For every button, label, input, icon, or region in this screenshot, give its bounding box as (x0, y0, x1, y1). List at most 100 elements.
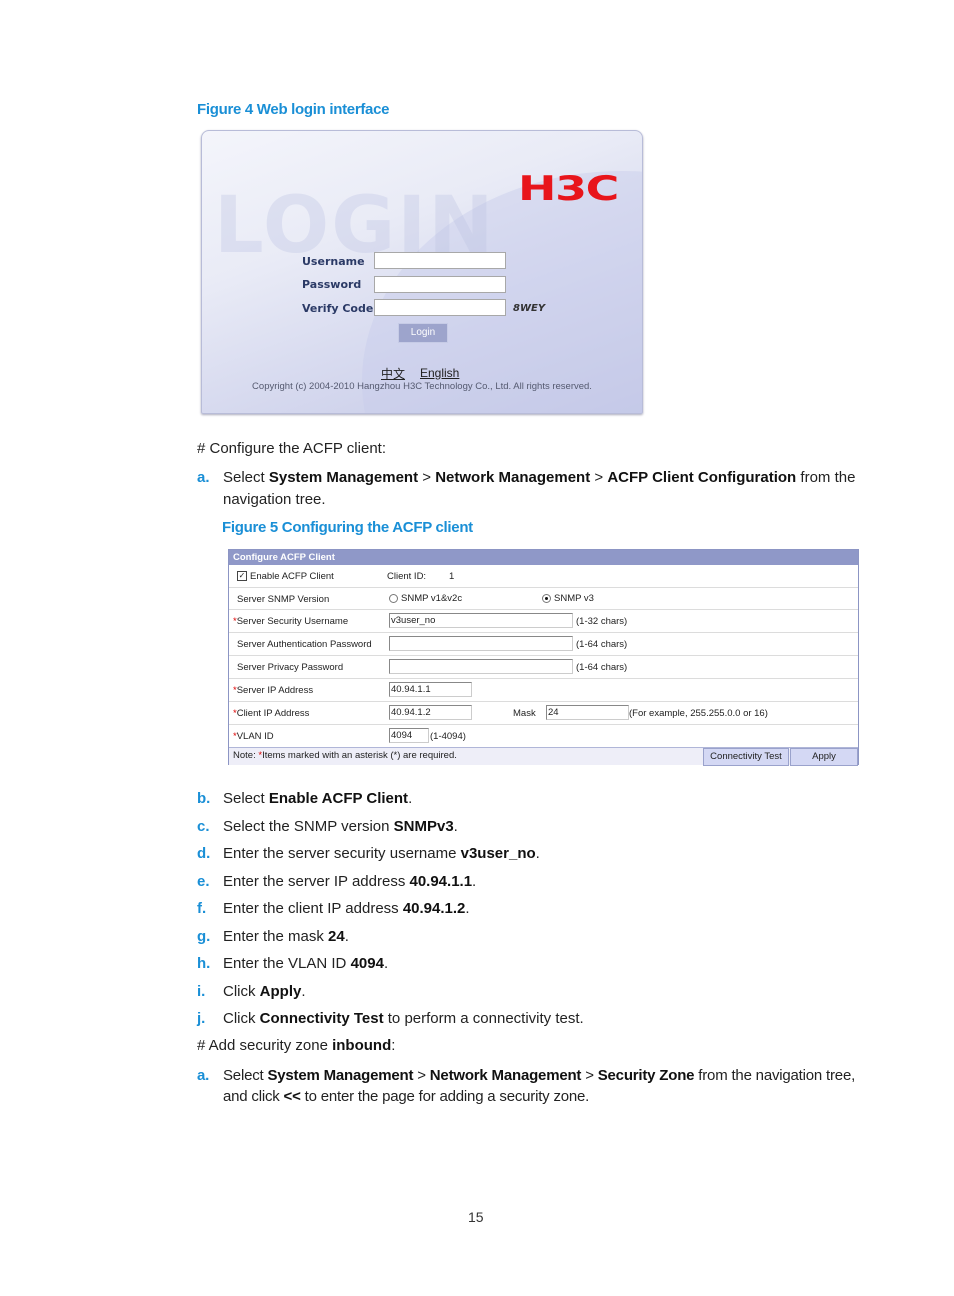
server-ip-label: *Server IP Address (233, 685, 313, 696)
security-username-label: *Server Security Username (233, 616, 348, 627)
list-item: h. Enter the VLAN ID 4094. (197, 955, 867, 983)
radio-snmp-v3[interactable]: SNMP v3 (542, 593, 594, 604)
auth-password-hint: (1-64 chars) (576, 639, 628, 650)
step-text: Enter the server security username (223, 845, 461, 862)
step-a: a. Select System Management > Network Man… (197, 467, 867, 511)
required-note: Note: *Items marked with an asterisk (*)… (233, 750, 457, 761)
checkbox-checked-icon[interactable]: ✓ (237, 571, 247, 582)
zone-intro: # Add security zone inbound: (197, 1037, 395, 1054)
privacy-password-input[interactable] (389, 659, 573, 674)
acfp-config-panel: Configure ACFP Client ✓ Enable ACFP Clien… (228, 549, 859, 766)
row-enable: ✓ Enable ACFP Client Client ID: 1 (229, 566, 858, 588)
step-text: to perform a connectivity test. (383, 1010, 584, 1027)
row-auth-password: Server Authentication Password (1-64 cha… (229, 633, 858, 656)
apply-button[interactable]: Apply (790, 748, 858, 766)
connectivity-test-button[interactable]: Connectivity Test (703, 748, 789, 766)
nav-path-3: ACFP Client Configuration (607, 469, 797, 486)
nav-sep: > (581, 1067, 598, 1084)
step-text: Select the SNMP version (223, 817, 394, 835)
step-marker: c. (197, 817, 210, 835)
step-text: Enter the client IP address (223, 900, 403, 917)
step-text: Enter the server IP address (223, 872, 410, 890)
radio-label: SNMP v3 (554, 593, 594, 604)
privacy-password-label: Server Privacy Password (237, 662, 344, 673)
auth-password-input[interactable] (389, 636, 573, 651)
zone-name: inbound (332, 1037, 392, 1054)
auth-password-label: Server Authentication Password (237, 639, 372, 650)
note-text: Items marked with an asterisk (*) are re… (262, 750, 457, 761)
nav-sep: > (413, 1067, 430, 1084)
mask-input[interactable]: 24 (546, 705, 629, 720)
step-text: . (344, 927, 349, 945)
security-username-input[interactable]: v3user_no (389, 613, 573, 628)
step-bold: Apply (259, 982, 302, 1000)
verify-code-input[interactable] (374, 299, 506, 316)
vlan-label: *VLAN ID (233, 731, 274, 742)
step-text: Enter the mask (223, 927, 329, 945)
verify-code-label: Verify Code (302, 302, 374, 315)
lang-english-link[interactable]: English (420, 366, 459, 380)
vlan-input[interactable]: 4094 (389, 728, 429, 743)
step-marker: i. (197, 982, 206, 1000)
nav-path-1: System Management (267, 1067, 414, 1084)
login-button[interactable]: Login (398, 323, 448, 343)
step-text: Select (223, 469, 269, 486)
password-input[interactable] (374, 276, 506, 293)
list-item: j. Click Connectivity Test to perform a c… (197, 1010, 867, 1038)
nav-sep: > (590, 469, 608, 486)
label-text: Server Security Username (236, 616, 349, 627)
label-text: VLAN ID (236, 731, 274, 742)
figure-4-title: Figure 4 Web login interface (197, 101, 390, 118)
mask-hint: (For example, 255.255.0.0 or 16) (629, 708, 768, 719)
login-window: LOGIN H3C Username Password Verify Code … (201, 130, 643, 414)
step-text: navigation tree. (223, 491, 326, 508)
step-text: Enter the VLAN ID (223, 955, 351, 972)
figure-5-title: Figure 5 Configuring the ACFP client (222, 519, 473, 536)
username-input[interactable] (374, 252, 506, 269)
h3c-logo: H3C (518, 169, 619, 209)
verify-code-image: 8WEY (513, 303, 546, 314)
client-ip-input[interactable]: 40.94.1.2 (389, 705, 472, 720)
list-item: i. Click Apply. (197, 983, 867, 1011)
nav-path-3: Security Zone (597, 1067, 695, 1084)
radio-on-icon[interactable] (542, 593, 551, 603)
intro-text: # Add security zone (197, 1037, 333, 1054)
step-bold: 40.94.1.2 (402, 900, 466, 917)
zone-step-a: a. Select System Management > Network Man… (197, 1065, 887, 1107)
step-bold: v3user_no (460, 845, 536, 862)
step-text: . (465, 900, 470, 917)
privacy-password-hint: (1-64 chars) (576, 662, 628, 673)
lang-chinese-link[interactable]: 中文 (381, 365, 405, 382)
list-item: f. Enter the client IP address 40.94.1.2. (197, 900, 867, 928)
step-bold: 40.94.1.1 (409, 872, 473, 890)
step-text: from the (796, 469, 856, 486)
enable-acfp-checkbox[interactable]: ✓ Enable ACFP Client (237, 571, 334, 582)
back-symbol: << (283, 1088, 301, 1105)
radio-off-icon[interactable] (389, 593, 398, 603)
row-client-ip: *Client IP Address 40.94.1.2 Mask 24 (Fo… (229, 702, 858, 725)
step-marker: b. (197, 790, 211, 807)
server-ip-input[interactable]: 40.94.1.1 (389, 682, 472, 697)
step-text: Click (223, 982, 260, 1000)
panel-title: Configure ACFP Client (229, 550, 858, 565)
step-marker: a. (197, 469, 210, 486)
page-number: 15 (468, 1209, 484, 1225)
step-bold: 4094 (350, 955, 384, 972)
row-privacy-password: Server Privacy Password (1-64 chars) (229, 656, 858, 679)
enable-label: Enable ACFP Client (250, 571, 334, 582)
list-item: b. Select Enable ACFP Client. (197, 790, 867, 818)
step-marker: g. (197, 927, 211, 945)
list-item: e. Enter the server IP address 40.94.1.1. (197, 873, 867, 901)
configure-intro: # Configure the ACFP client: (197, 440, 386, 457)
step-text: . (453, 817, 458, 835)
mask-label: Mask (513, 708, 536, 719)
note-prefix: Note: (233, 750, 259, 761)
step-bold: Enable ACFP Client (268, 790, 409, 807)
radio-snmp-v1v2c[interactable]: SNMP v1&v2c (389, 593, 462, 604)
step-bold: 24 (328, 927, 345, 945)
client-id-value: 1 (449, 571, 455, 582)
list-item: c. Select the SNMP version SNMPv3. (197, 818, 867, 846)
row-server-ip: *Server IP Address 40.94.1.1 (229, 679, 858, 702)
step-marker: h. (197, 955, 211, 972)
step-text: from the navigation tree, (694, 1067, 856, 1084)
